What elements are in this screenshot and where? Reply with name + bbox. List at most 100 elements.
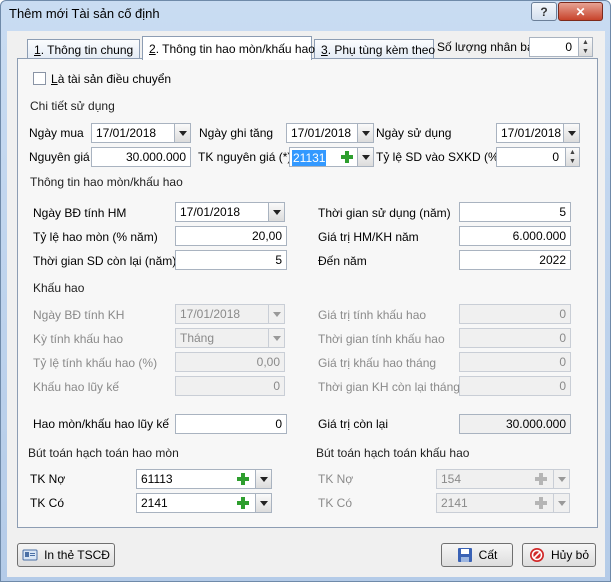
tab-page: Là tài sản điều chuyển Chi tiết sử dụng … <box>17 58 598 528</box>
tab-depreciation[interactable]: 2. Thông tin hao mòn/khấu hao <box>142 36 315 60</box>
useful-life-input[interactable]: 5 <box>459 202 571 222</box>
amort-base-value-label: Giá trị tính khấu hao <box>318 308 427 322</box>
tab-general[interactable]: 1. Thông tin chung <box>27 39 140 59</box>
chevron-down-icon <box>557 500 566 506</box>
usage-date-label: Ngày sử dụng <box>376 126 452 140</box>
chevron-down-icon <box>361 130 370 136</box>
business-ratio-spinner[interactable]: ▲ ▼ <box>565 148 579 166</box>
chevron-down-icon <box>361 154 370 160</box>
depr-credit-dropdown[interactable] <box>255 494 271 512</box>
add-amort-credit-button <box>532 494 550 512</box>
spin-up-icon[interactable]: ▲ <box>566 148 579 157</box>
close-button[interactable]: ✕ <box>558 2 603 21</box>
purchase-date-label: Ngày mua <box>29 126 84 140</box>
end-year-label: Đến năm <box>318 254 367 268</box>
tab-spare-parts[interactable]: 3. Phụ tùng kèm theo <box>314 39 435 59</box>
title-bar: Thêm mới Tài sản cố định ? ✕ <box>1 1 610 27</box>
amortization-section-title: Khấu hao <box>33 281 85 295</box>
id-card-icon <box>22 549 38 561</box>
spin-down-icon[interactable]: ▼ <box>566 157 579 166</box>
remaining-life-input[interactable]: 5 <box>175 250 287 270</box>
chevron-down-icon <box>259 476 268 482</box>
cost-account-value: 21131 <box>292 150 327 166</box>
amort-entry-section-title: Bút toán hạch toán khấu hao <box>316 446 470 460</box>
original-cost-input[interactable]: 30.000.000 <box>91 147 191 167</box>
transfer-checkbox-label: Là tài sản điều chuyển <box>51 72 172 86</box>
help-button[interactable]: ? <box>531 2 557 21</box>
add-cost-account-button[interactable] <box>338 148 356 166</box>
print-card-label: In thẻ TSCĐ <box>44 548 110 562</box>
business-ratio-label: Tỷ lệ SD vào SXKD (%) <box>376 150 503 164</box>
accum-depr-input[interactable]: 0 <box>175 414 287 434</box>
plus-icon <box>237 473 249 485</box>
residual-value-input: 30.000.000 <box>459 414 571 434</box>
chevron-down-icon <box>557 476 566 482</box>
add-depr-credit-button[interactable] <box>234 494 252 512</box>
chevron-down-icon <box>567 130 576 136</box>
plus-icon <box>237 497 249 509</box>
cancel-label: Hủy bỏ <box>550 548 590 562</box>
usage-section-title: Chi tiết sử dụng <box>30 99 115 113</box>
increase-date-dropdown[interactable] <box>357 124 373 142</box>
annual-depr-input[interactable]: 6.000.000 <box>459 226 571 246</box>
remaining-amort-months-label: Thời gian KH còn lại tháng <box>318 380 460 394</box>
cost-account-dropdown[interactable] <box>357 148 373 166</box>
amort-start-date-label: Ngày BĐ tính KH <box>33 308 125 322</box>
depr-rate-label: Tỷ lệ hao mòn (% năm) <box>33 230 158 244</box>
amort-start-date-dropdown <box>268 305 284 323</box>
chevron-down-icon <box>259 500 268 506</box>
remaining-life-label: Thời gian SD còn lại (năm) <box>33 254 177 268</box>
amort-rate-label: Tỷ lệ tính khấu hao (%) <box>33 356 158 370</box>
plus-icon <box>535 497 547 509</box>
clone-count-spinner[interactable]: ▲ ▼ <box>578 38 592 56</box>
window-title: Thêm mới Tài sản cố định <box>9 6 160 21</box>
amort-debit-label: TK Nợ <box>318 472 354 486</box>
useful-life-label: Thời gian sử dụng (năm) <box>318 206 451 220</box>
accum-depr-label: Hao mòn/khấu hao lũy kế <box>33 417 170 431</box>
amort-credit-label: TK Có <box>318 496 353 510</box>
monthly-amort-label: Giá trị khấu hao tháng <box>318 356 437 370</box>
original-cost-label: Nguyên giá <box>29 150 90 164</box>
add-depr-debit-button[interactable] <box>234 470 252 488</box>
depr-start-date-dropdown[interactable] <box>268 203 284 221</box>
depreciation-section-title: Thông tin hao mòn/khấu hao <box>30 175 183 189</box>
chevron-down-icon <box>272 209 281 215</box>
spin-up-icon[interactable]: ▲ <box>579 38 592 47</box>
residual-value-label: Giá trị còn lại <box>318 417 389 431</box>
plus-icon <box>341 151 353 163</box>
depr-credit-label: TK Có <box>30 496 65 510</box>
dialog-body: 1. Thông tin chung 2. Thông tin hao mòn/… <box>7 31 605 577</box>
amort-duration-label: Thời gian tính khấu hao <box>318 332 445 346</box>
add-amort-debit-button <box>532 470 550 488</box>
save-label: Cất <box>478 548 498 562</box>
accum-amort-label: Khấu hao lũy kế <box>33 380 120 394</box>
cancel-icon <box>529 548 544 562</box>
depr-start-date-label: Ngày BĐ tính HM <box>33 206 127 220</box>
depr-rate-input[interactable]: 20,00 <box>175 226 287 246</box>
amort-credit-dropdown <box>553 494 569 512</box>
chevron-down-icon <box>272 311 281 317</box>
amort-period-dropdown <box>268 329 284 347</box>
transfer-checkbox[interactable] <box>33 72 46 85</box>
cancel-button[interactable]: Hủy bỏ <box>522 543 596 567</box>
amort-period-label: Kỳ tính khấu hao <box>33 332 124 346</box>
clone-count-label: Số lượng nhân bản <box>437 40 541 54</box>
increase-date-label: Ngày ghi tăng <box>199 126 274 140</box>
remaining-amort-months-input: 0 <box>459 376 571 396</box>
save-button[interactable]: Cất <box>441 543 513 567</box>
print-card-button[interactable]: In thẻ TSCĐ <box>17 543 115 567</box>
depr-debit-dropdown[interactable] <box>255 470 271 488</box>
end-year-input[interactable]: 2022 <box>459 250 571 270</box>
depr-debit-label: TK Nợ <box>30 472 66 486</box>
chevron-down-icon <box>272 335 281 341</box>
amort-duration-input: 0 <box>459 328 571 348</box>
plus-icon <box>535 473 547 485</box>
monthly-amort-input: 0 <box>459 352 571 372</box>
amort-rate-input: 0,00 <box>175 352 285 372</box>
usage-date-dropdown[interactable] <box>563 124 579 142</box>
dialog-window: Thêm mới Tài sản cố định ? ✕ 1. Thông ti… <box>0 0 611 582</box>
purchase-date-dropdown[interactable] <box>174 124 190 142</box>
spin-down-icon[interactable]: ▼ <box>579 47 592 56</box>
accum-amort-input: 0 <box>175 376 285 396</box>
chevron-down-icon <box>178 130 187 136</box>
